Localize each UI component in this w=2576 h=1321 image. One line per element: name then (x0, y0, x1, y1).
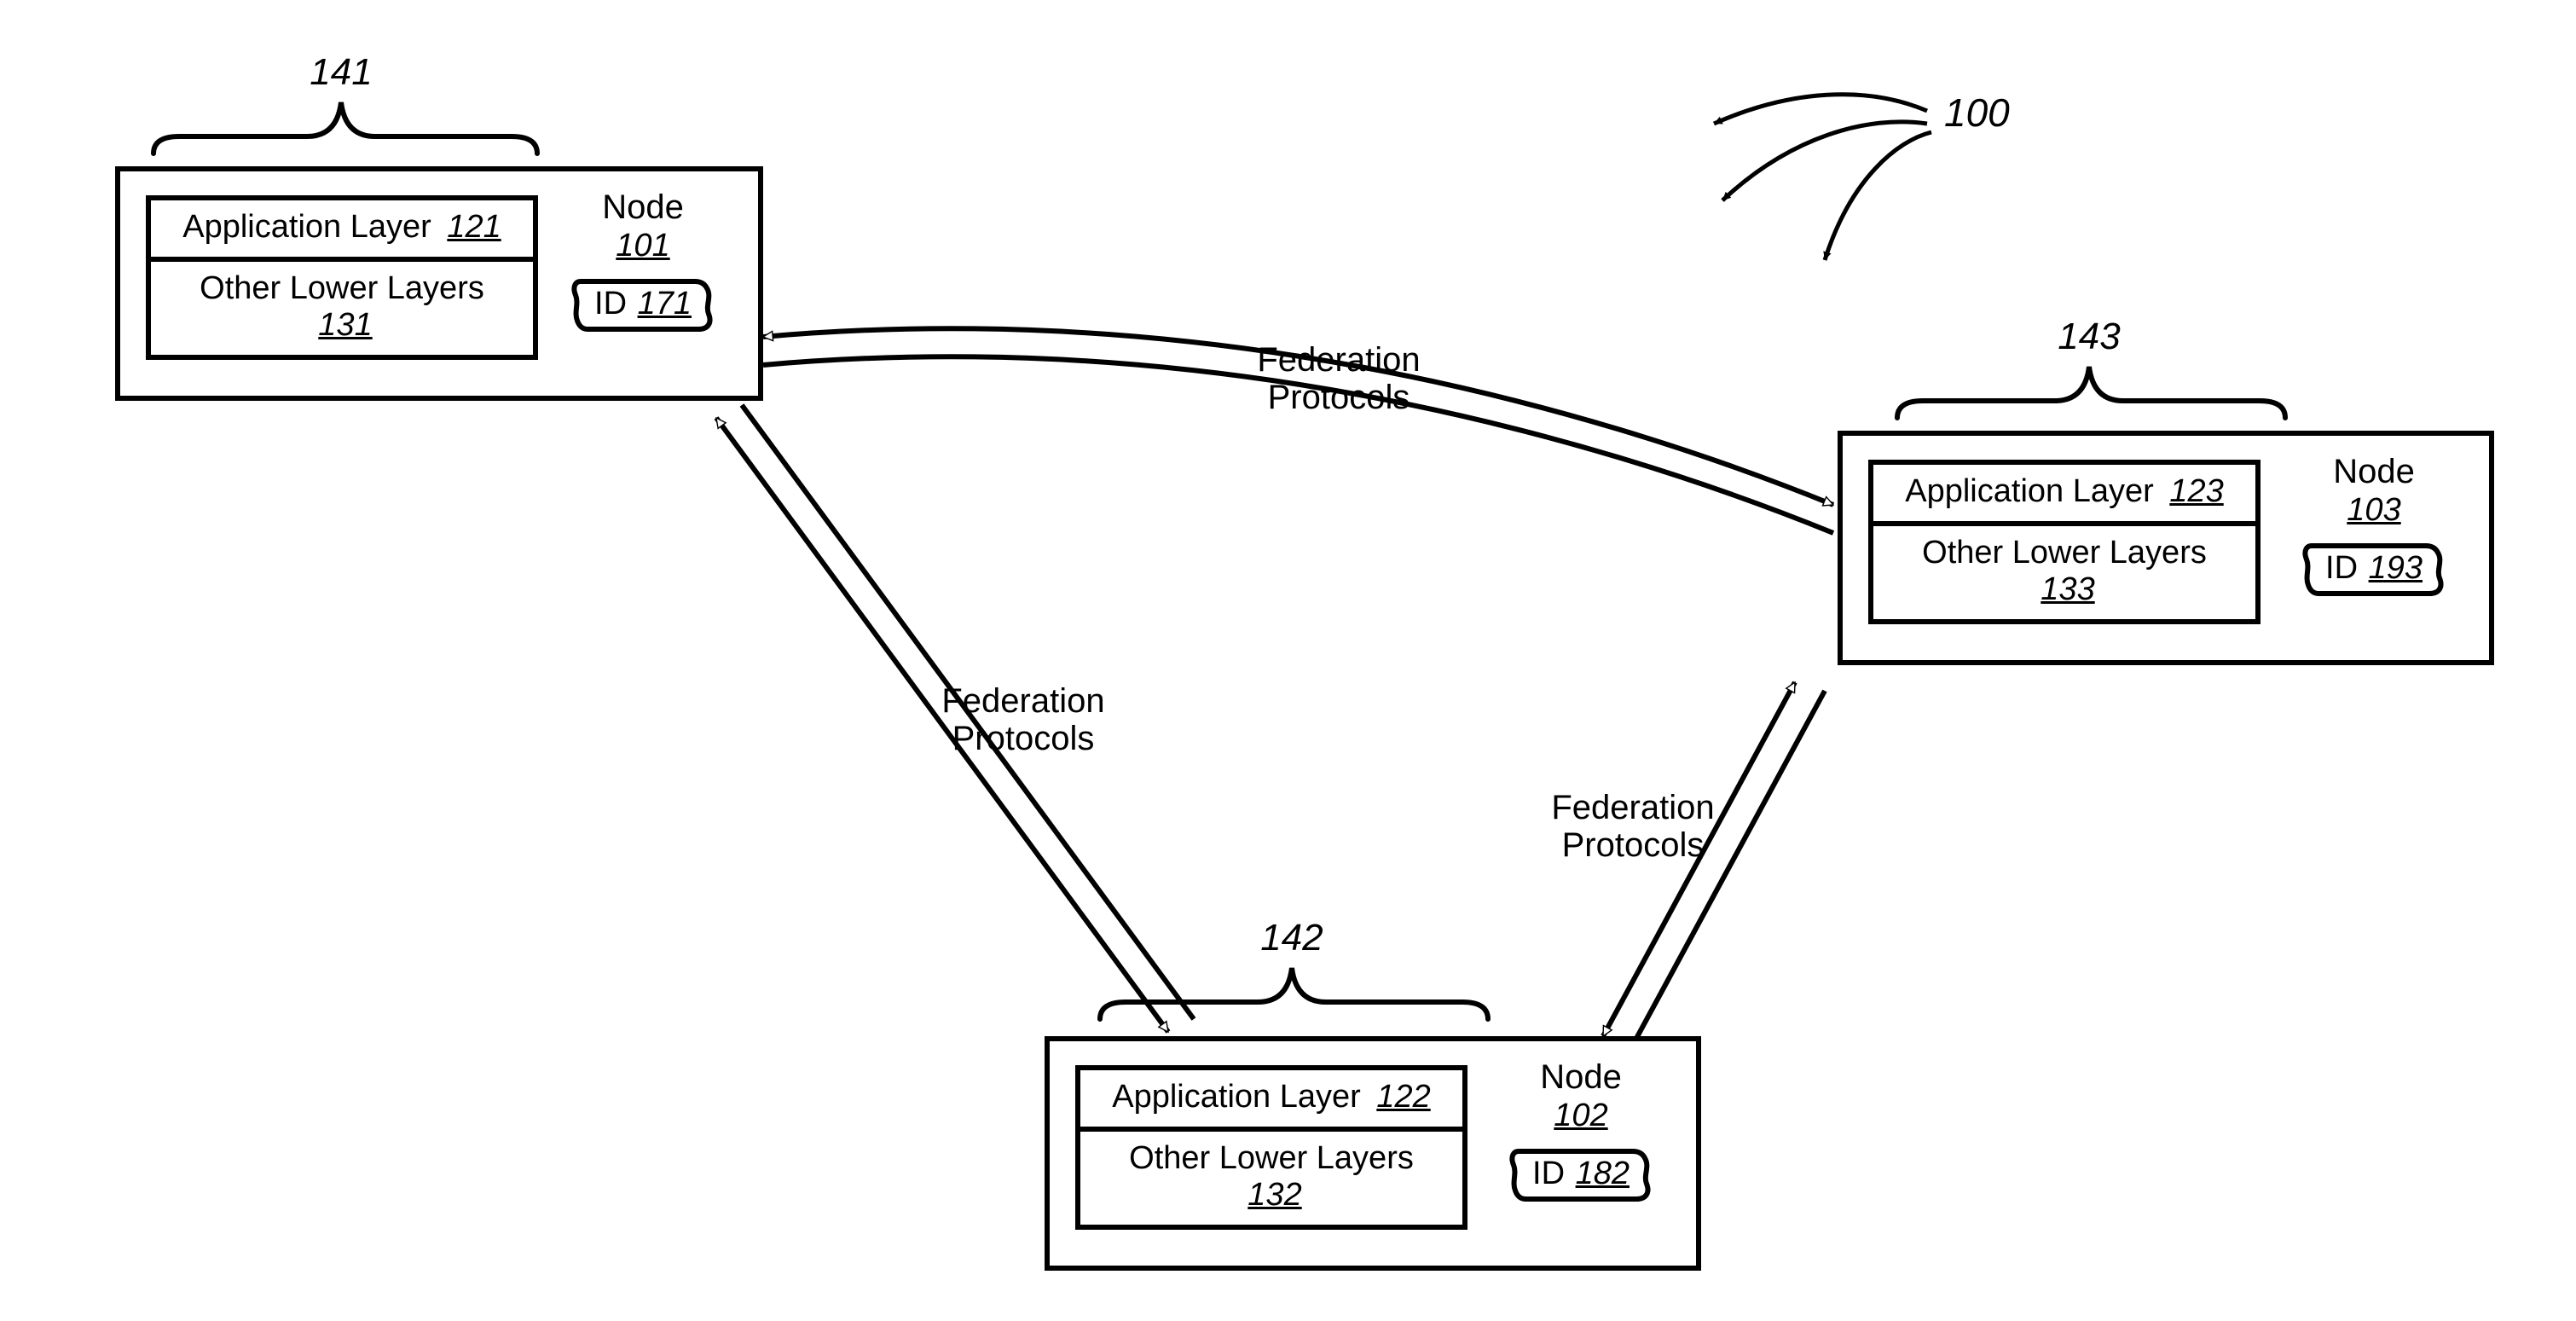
id-prefix: ID (2325, 550, 2358, 586)
node-box-101: Application Layer 121 Other Lower Layers… (115, 166, 763, 401)
application-layer-number: 122 (1376, 1079, 1430, 1115)
node-number: 103 (2284, 492, 2463, 529)
node-word: Node (1491, 1058, 1670, 1096)
figure-reference-number: 100 (1944, 90, 2010, 136)
node-info-101: Node 101 ID 171 (553, 188, 732, 334)
application-layer-row: Application Layer 121 (151, 200, 533, 262)
layers-box-101: Application Layer 121 Other Lower Layers… (146, 195, 538, 360)
application-layer-number: 123 (2169, 473, 2223, 509)
id-number: 193 (2369, 550, 2423, 586)
id-tag-171: ID 171 (570, 276, 715, 334)
layers-box-102: Application Layer 122 Other Lower Layers… (1075, 1065, 1467, 1230)
other-lower-layers-row: Other Lower Layers 133 (1873, 526, 2255, 619)
other-lower-layers-label: Other Lower Layers (1922, 535, 2207, 571)
id-number: 171 (638, 286, 692, 322)
node-box-102: Application Layer 122 Other Lower Layers… (1045, 1036, 1701, 1271)
edge-label-3-2: Federation Protocols (1522, 789, 1744, 864)
layers-box-103: Application Layer 123 Other Lower Layers… (1868, 460, 2261, 624)
edge-label-1-2: Federation Protocols (912, 682, 1134, 757)
application-layer-label: Application Layer (1905, 473, 2154, 509)
other-lower-layers-label: Other Lower Layers (200, 270, 484, 306)
node-box-103: Application Layer 123 Other Lower Layers… (1838, 431, 2494, 665)
node-info-102: Node 102 ID 182 (1491, 1058, 1670, 1204)
other-lower-layers-number: 131 (318, 307, 372, 343)
application-layer-row: Application Layer 122 (1080, 1070, 1462, 1132)
protocols-word: Protocols (1228, 379, 1450, 416)
node-word: Node (553, 188, 732, 226)
node-number: 102 (1491, 1098, 1670, 1134)
id-prefix: ID (1532, 1156, 1565, 1191)
node-info-103: Node 103 ID 193 (2284, 453, 2463, 599)
other-lower-layers-row: Other Lower Layers 132 (1080, 1132, 1462, 1225)
other-lower-layers-number: 132 (1247, 1177, 1301, 1213)
protocols-word: Protocols (1522, 826, 1744, 864)
protocols-word: Protocols (912, 720, 1134, 757)
application-layer-number: 121 (447, 209, 501, 245)
federation-word: Federation (912, 682, 1134, 720)
other-lower-layers-row: Other Lower Layers 131 (151, 262, 533, 355)
application-layer-row: Application Layer 123 (1873, 465, 2255, 526)
brace-label-141: 141 (307, 51, 375, 94)
edge-label-1-3: Federation Protocols (1228, 341, 1450, 416)
diagram-canvas: 100 141 142 143 Federation Protocols Fed… (0, 0, 2576, 1321)
application-layer-label: Application Layer (1112, 1079, 1361, 1115)
other-lower-layers-number: 133 (2041, 571, 2094, 607)
federation-word: Federation (1228, 341, 1450, 379)
federation-word: Federation (1522, 789, 1744, 826)
id-tag-182: ID 182 (1508, 1146, 1653, 1204)
node-word: Node (2284, 453, 2463, 490)
id-tag-193: ID 193 (2301, 541, 2446, 599)
id-prefix: ID (594, 286, 627, 322)
figure-ref-value: 100 (1944, 90, 2010, 135)
brace-label-142: 142 (1258, 917, 1326, 959)
node-number: 101 (553, 228, 732, 264)
id-number: 182 (1576, 1156, 1630, 1191)
application-layer-label: Application Layer (182, 209, 431, 245)
other-lower-layers-label: Other Lower Layers (1129, 1140, 1414, 1176)
brace-label-143: 143 (2055, 316, 2123, 358)
